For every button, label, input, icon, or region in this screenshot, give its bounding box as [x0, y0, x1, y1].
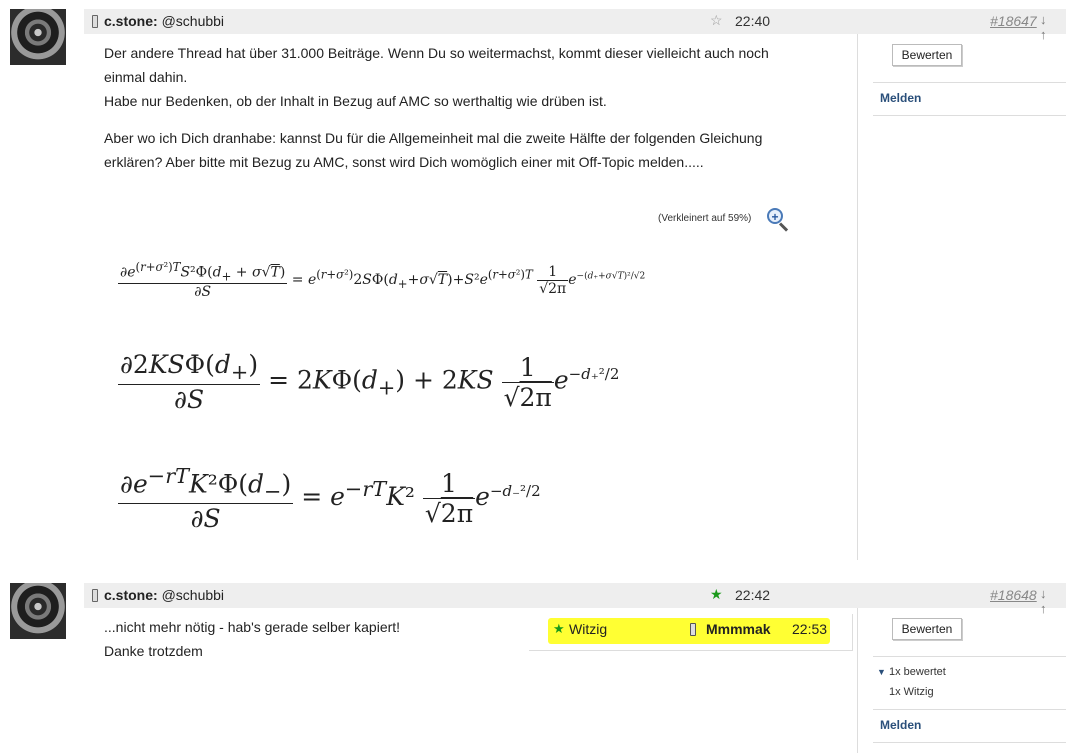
- rating-time: 22:53: [792, 621, 828, 637]
- rating-user[interactable]: Mmmmak: [706, 621, 771, 637]
- sidebar-divider: [857, 608, 858, 753]
- post-paragraph: Aber wo ich Dich dranhabe: kannst Du für…: [104, 130, 763, 170]
- rated-detail: 1x Witzig: [889, 686, 934, 698]
- star-icon[interactable]: ★: [710, 586, 723, 603]
- sidebar-divider: [857, 34, 858, 560]
- post-body: ...nicht mehr nötig - hab's gerade selbe…: [104, 615, 524, 663]
- sidebar-separator: [873, 82, 1066, 83]
- username[interactable]: c.stone:: [104, 13, 158, 29]
- post-body: Der andere Thread hat über 31.000 Beiträ…: [104, 41, 784, 174]
- avatar[interactable]: [10, 9, 66, 65]
- post-time: 22:40: [735, 13, 771, 29]
- post-nav-arrows[interactable]: ↓ ↑: [1040, 12, 1066, 42]
- rate-button[interactable]: Bewerten: [892, 44, 962, 66]
- avatar[interactable]: [10, 583, 66, 639]
- post-paragraph: Der andere Thread hat über 31.000 Beiträ…: [104, 45, 769, 85]
- rating-highlight: [548, 618, 830, 644]
- equation-2: ∂2KSΦ(d+) ∂S = 2KΦ(d+) + 2KS 1 √2π e−d₊²/2: [118, 350, 620, 414]
- post-time: 22:42: [735, 587, 771, 603]
- equation-3: ∂e−rTK²Φ(d−) ∂S = e−rTK² 1 √2π e−d₋²/2: [118, 464, 541, 534]
- post-paragraph: Habe nur Bedenken, ob der Inhalt in Bezu…: [104, 93, 607, 109]
- star-icon[interactable]: ☆: [710, 12, 723, 29]
- mobile-device-icon: [92, 589, 98, 602]
- post-header: c.stone: @schubbi ★ 22:42 #18648 ↓ ↑: [84, 583, 1066, 616]
- zoom-handle: [778, 222, 789, 232]
- post-line: Danke trotzdem: [104, 643, 203, 659]
- sidebar-separator: [873, 742, 1066, 743]
- report-link[interactable]: Melden: [880, 718, 921, 732]
- sidebar-separator: [873, 709, 1066, 710]
- report-link[interactable]: Melden: [880, 91, 921, 105]
- image-zoom-caption[interactable]: (Verkleinert auf 59%): [658, 213, 751, 224]
- rated-summary-toggle[interactable]: ▼ 1x bewertet: [877, 666, 946, 678]
- mobile-device-icon: [92, 15, 98, 28]
- post-nav-arrows[interactable]: ↓ ↑: [1040, 586, 1066, 616]
- post-number-link[interactable]: #18647: [990, 13, 1037, 29]
- user-handle[interactable]: @schubbi: [162, 13, 224, 29]
- star-icon: ★: [553, 621, 565, 636]
- sidebar-separator: [873, 656, 1066, 657]
- post-header: c.stone: @schubbi ☆ 22:40 #18647 ↓ ↑: [84, 9, 1066, 42]
- user-handle[interactable]: @schubbi: [162, 587, 224, 603]
- post-number-link[interactable]: #18648: [990, 587, 1037, 603]
- rate-button[interactable]: Bewerten: [892, 618, 962, 640]
- rated-summary: 1x bewertet: [888, 666, 946, 678]
- sidebar-separator: [873, 115, 1066, 116]
- post-18647: c.stone: @schubbi ☆ 22:40 #18647 ↓ ↑ Der…: [0, 0, 1081, 570]
- mobile-device-icon: [690, 623, 696, 636]
- rating-label: Witzig: [569, 621, 608, 637]
- triangle-down-icon: ▼: [877, 667, 886, 677]
- rating-box: [529, 614, 853, 651]
- post-line: ...nicht mehr nötig - hab's gerade selbe…: [104, 619, 401, 635]
- username[interactable]: c.stone:: [104, 587, 158, 603]
- equation-1: ∂e(r+σ²)TS²Φ(d+ + σ√T) ∂S = e(r+σ²)2SΦ(d+…: [118, 260, 646, 301]
